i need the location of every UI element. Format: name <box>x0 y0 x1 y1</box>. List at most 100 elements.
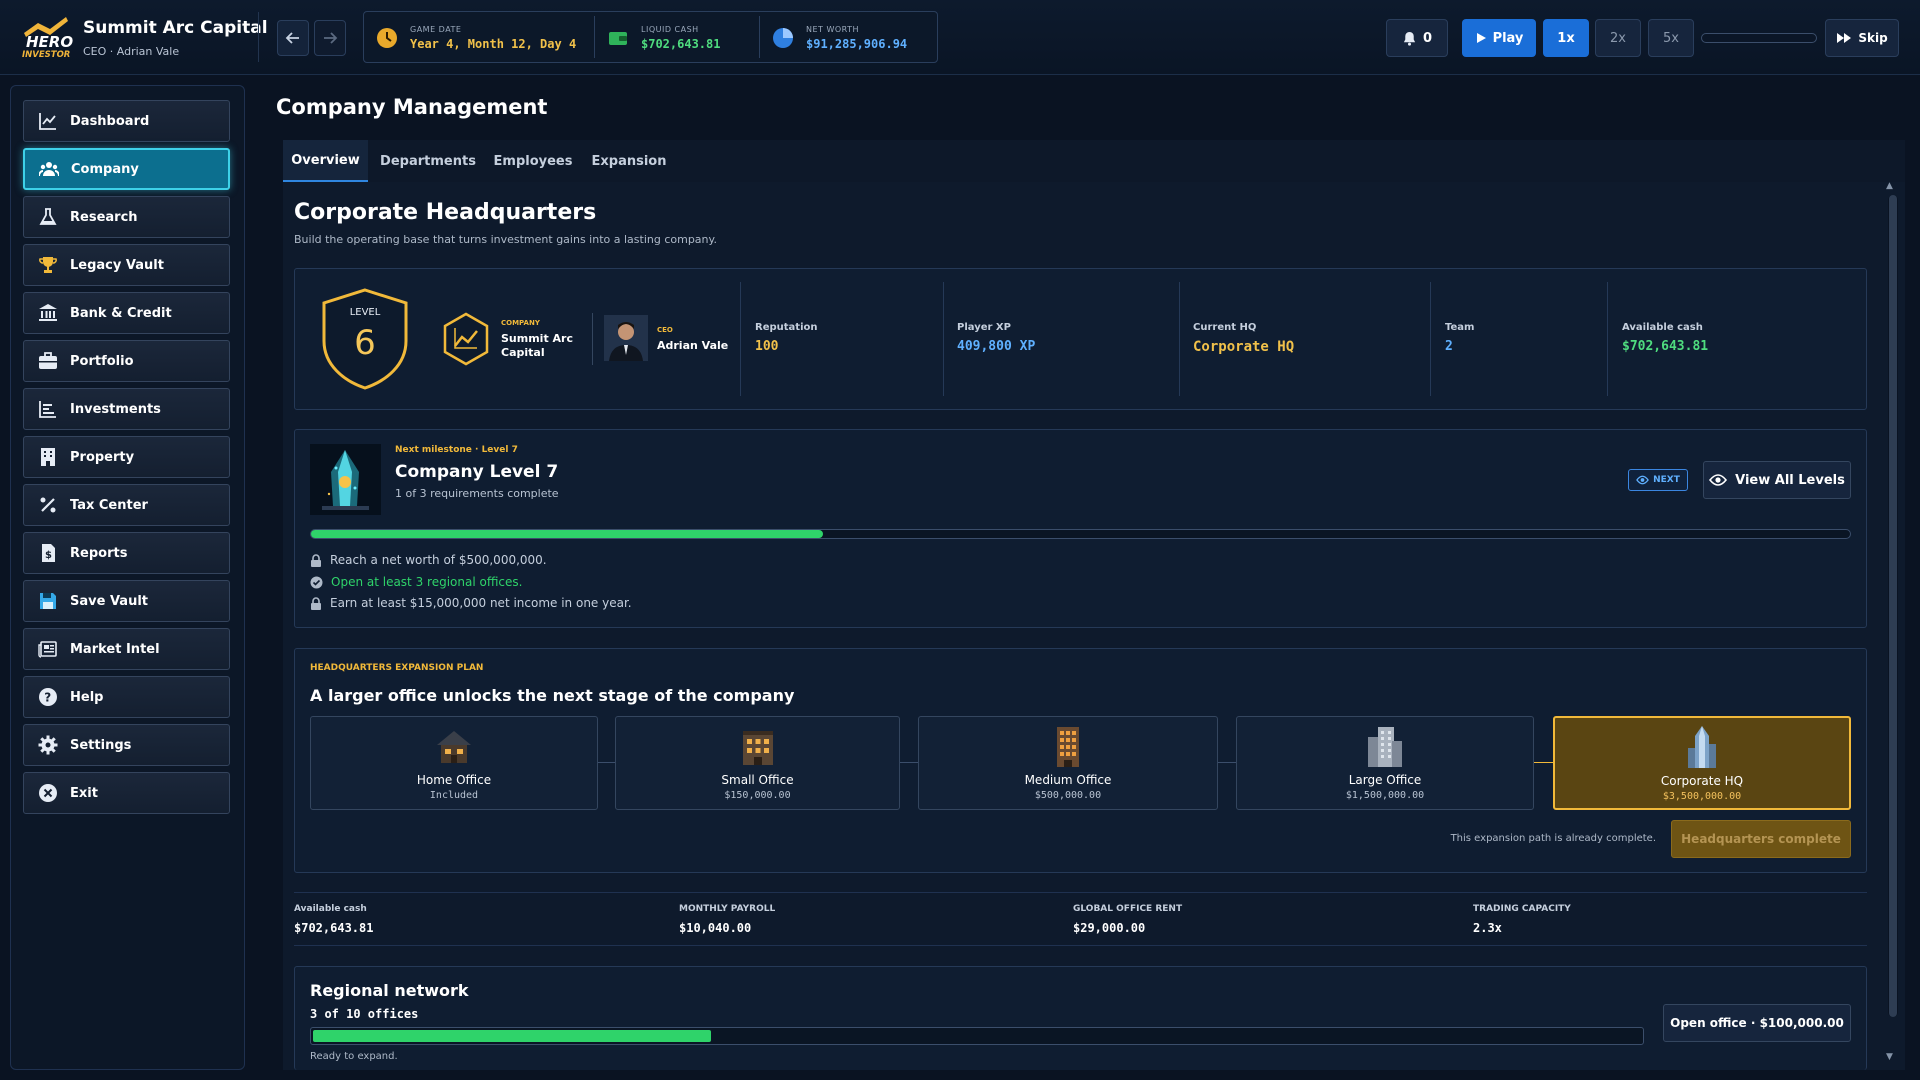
eye-icon <box>1636 475 1649 485</box>
regional-office-count: 3 of 10 offices <box>310 1007 419 1021</box>
speed-1x-button[interactable]: 1x <box>1543 19 1589 57</box>
fast-forward-icon <box>1837 33 1852 43</box>
sidebar-item-save-vault[interactable]: Save Vault <box>23 580 230 622</box>
regional-progress-fill <box>313 1030 712 1042</box>
sidebar-item-legacy-vault[interactable]: Legacy Vault <box>23 244 230 286</box>
office-card-corporate-hq[interactable]: Corporate HQ $3,500,000.00 <box>1553 716 1851 810</box>
building-icon <box>41 448 55 466</box>
tab-overview[interactable]: Overview <box>283 140 368 182</box>
sidebar-item-bank-credit[interactable]: Bank & Credit <box>23 292 230 334</box>
sidebar-item-label: Exit <box>70 785 98 801</box>
briefcase-icon <box>39 352 57 369</box>
divider <box>258 12 259 62</box>
invoice-icon: $ <box>42 544 55 562</box>
scrollbar-thumb[interactable] <box>1889 195 1897 1017</box>
current-hq-label: Current HQ <box>1193 322 1257 333</box>
top-bar: HERO INVESTOR Summit Arc Capital CEO · A… <box>0 0 1920 75</box>
divider <box>943 282 944 396</box>
tab-employees[interactable]: Employees <box>483 140 583 182</box>
current-hq-value: Corporate HQ <box>1193 339 1295 355</box>
company-emblem-icon <box>443 312 489 366</box>
floppy-disk-icon <box>40 593 56 609</box>
play-button[interactable]: Play <box>1462 19 1536 57</box>
sidebar-item-research[interactable]: Research <box>23 196 230 238</box>
sidebar-item-company[interactable]: Company <box>23 148 230 190</box>
sidebar-item-reports[interactable]: $ Reports <box>23 532 230 574</box>
game-date-value: Year 4, Month 12, Day 4 <box>410 37 577 51</box>
line-chart-icon <box>39 113 56 130</box>
scroll-down-arrow[interactable]: ▼ <box>1886 1052 1893 1062</box>
sidebar-item-market-intel[interactable]: Market Intel <box>23 628 230 670</box>
sidebar-item-label: Settings <box>70 737 132 753</box>
office-name: Small Office <box>721 773 794 787</box>
sidebar-item-settings[interactable]: Settings <box>23 724 230 766</box>
office-name: Medium Office <box>1024 773 1112 787</box>
small-building-icon <box>742 731 773 765</box>
notifications-button[interactable]: 0 <box>1386 19 1448 57</box>
speed-2x-button[interactable]: 2x <box>1595 19 1641 57</box>
milestone-eyebrow: Next milestone · Level 7 <box>395 445 518 455</box>
view-all-levels-button[interactable]: View All Levels <box>1703 461 1851 499</box>
expansion-eyebrow: HEADQUARTERS EXPANSION PLAN <box>310 663 484 673</box>
section-subtitle: Build the operating base that turns inve… <box>294 233 717 246</box>
open-office-button[interactable]: Open office · $100,000.00 <box>1663 1004 1851 1042</box>
divider <box>592 313 593 365</box>
speed-5x-button[interactable]: 5x <box>1648 19 1694 57</box>
sidebar-item-investments[interactable]: Investments <box>23 388 230 430</box>
ceo-avatar <box>604 315 648 361</box>
crystal-tower-image <box>310 444 381 515</box>
scroll-up-arrow[interactable]: ▲ <box>1886 181 1893 191</box>
skip-button[interactable]: Skip <box>1825 19 1899 57</box>
lock-icon <box>311 596 321 610</box>
net-worth-value: $91,285,906.94 <box>806 37 908 51</box>
headquarters-complete-button[interactable]: Headquarters complete <box>1671 820 1851 858</box>
tab-departments[interactable]: Departments <box>373 140 483 182</box>
large-building-icon <box>1368 727 1402 767</box>
office-card-small[interactable]: Small Office $150,000.00 <box>615 716 900 810</box>
sidebar-item-label: Reports <box>70 545 128 561</box>
tab-expansion[interactable]: Expansion <box>581 140 677 182</box>
newspaper-icon <box>38 641 57 658</box>
eye-icon <box>1709 474 1728 486</box>
sidebar-item-property[interactable]: Property <box>23 436 230 478</box>
sidebar-item-label: Property <box>70 449 135 465</box>
skyscraper-icon <box>1688 726 1716 768</box>
expansion-note: This expansion path is already complete. <box>1450 833 1656 844</box>
page-title: Company Management <box>276 95 548 119</box>
regional-network-card <box>294 966 1867 1070</box>
metric-global-office-rent: GLOBAL OFFICE RENT $29,000.00 <box>1073 904 1182 935</box>
net-worth-label: NET WORTH <box>806 25 860 34</box>
sidebar-item-dashboard[interactable]: Dashboard <box>23 100 230 142</box>
sidebar-item-portfolio[interactable]: Portfolio <box>23 340 230 382</box>
office-card-medium[interactable]: Medium Office $500,000.00 <box>918 716 1218 810</box>
requirement-item: Open at least 3 regional offices. <box>310 575 522 589</box>
office-card-home[interactable]: Home Office Included <box>310 716 598 810</box>
available-cash-value: $702,643.81 <box>1622 339 1709 354</box>
sidebar-item-label: Legacy Vault <box>70 257 164 273</box>
sidebar-item-exit[interactable]: Exit <box>23 772 230 814</box>
clock-icon <box>377 28 397 48</box>
sidebar-item-tax-center[interactable]: Tax Center <box>23 484 230 526</box>
reputation-value: 100 <box>755 339 779 354</box>
regional-progress-track <box>310 1027 1644 1045</box>
svg-text:$: $ <box>45 550 52 561</box>
office-card-large[interactable]: Large Office $1,500,000.00 <box>1236 716 1534 810</box>
back-button[interactable] <box>277 20 309 56</box>
forward-button[interactable] <box>314 20 346 56</box>
available-cash-stat: Available cash $702,643.81 <box>1622 322 1708 354</box>
play-label: Play <box>1492 30 1524 46</box>
house-icon <box>437 731 471 763</box>
player-xp-value: 409,800 XP <box>957 339 1036 354</box>
sidebar-item-help[interactable]: ? Help <box>23 676 230 718</box>
office-price: $1,500,000.00 <box>1345 790 1425 801</box>
sidebar-item-label: Portfolio <box>70 353 134 369</box>
medium-building-icon <box>1057 727 1079 767</box>
regional-title: Regional network <box>310 981 469 1000</box>
game-stats-panel: GAME DATE Year 4, Month 12, Day 4 LIQUID… <box>363 11 938 63</box>
time-progress-track[interactable] <box>1701 33 1817 43</box>
lock-icon <box>311 553 321 567</box>
player-xp-stat: Player XP 409,800 XP <box>957 322 1035 354</box>
close-circle-icon <box>39 784 57 802</box>
liquid-cash-value: $702,643.81 <box>641 37 721 51</box>
sidebar-item-label: Bank & Credit <box>70 305 172 321</box>
